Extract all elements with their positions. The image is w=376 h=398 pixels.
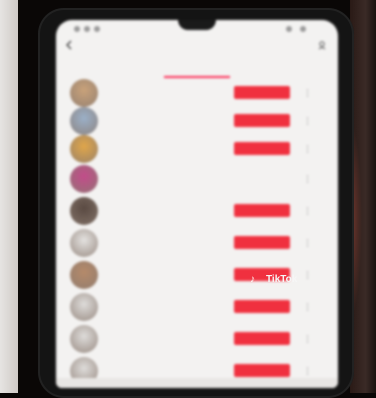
more-options-icon[interactable]	[306, 175, 309, 183]
list-item[interactable]	[56, 196, 338, 226]
avatar[interactable]	[70, 107, 98, 135]
follow-back-button[interactable]	[234, 142, 290, 155]
more-options-icon[interactable]	[306, 117, 309, 125]
avatar[interactable]	[70, 135, 98, 163]
friends-button[interactable]	[234, 172, 290, 185]
avatar[interactable]	[70, 229, 98, 257]
tiktok-watermark: ♪ TikTok	[250, 272, 370, 308]
watermark-brand: TikTok	[266, 274, 298, 285]
avatar[interactable]	[70, 325, 98, 353]
back-arrow-icon[interactable]	[64, 40, 74, 50]
system-nav-bar	[56, 378, 338, 388]
follow-back-button[interactable]	[234, 86, 290, 99]
list-item[interactable]	[56, 228, 338, 258]
follow-back-button[interactable]	[234, 332, 290, 345]
battery-icon	[286, 26, 292, 32]
list-item[interactable]	[56, 78, 338, 108]
list-item[interactable]	[56, 134, 338, 164]
camera-notch	[178, 20, 216, 30]
tiktok-note-icon: ♪	[250, 274, 255, 285]
more-options-icon[interactable]	[306, 207, 309, 215]
status-icon	[94, 26, 100, 32]
tab-bar	[56, 62, 338, 78]
phone-screen	[56, 20, 338, 388]
more-options-icon[interactable]	[306, 89, 309, 97]
follow-back-button[interactable]	[234, 364, 290, 377]
page-header	[56, 34, 338, 60]
add-user-icon[interactable]	[318, 40, 328, 50]
status-icon	[74, 26, 80, 32]
avatar[interactable]	[70, 293, 98, 321]
more-options-icon[interactable]	[306, 239, 309, 247]
follow-back-button[interactable]	[234, 114, 290, 127]
more-options-icon[interactable]	[306, 367, 309, 375]
more-options-icon[interactable]	[306, 145, 309, 153]
more-options-icon[interactable]	[306, 335, 309, 343]
follow-back-button[interactable]	[234, 204, 290, 217]
list-item[interactable]	[56, 106, 338, 136]
background-wall	[0, 0, 18, 393]
avatar[interactable]	[70, 79, 98, 107]
avatar[interactable]	[70, 197, 98, 225]
avatar[interactable]	[70, 261, 98, 289]
list-item[interactable]	[56, 324, 338, 354]
status-icon	[84, 26, 90, 32]
signal-icon	[300, 26, 306, 32]
follow-back-button[interactable]	[234, 236, 290, 249]
avatar[interactable]	[70, 165, 98, 193]
list-item[interactable]	[56, 164, 338, 194]
